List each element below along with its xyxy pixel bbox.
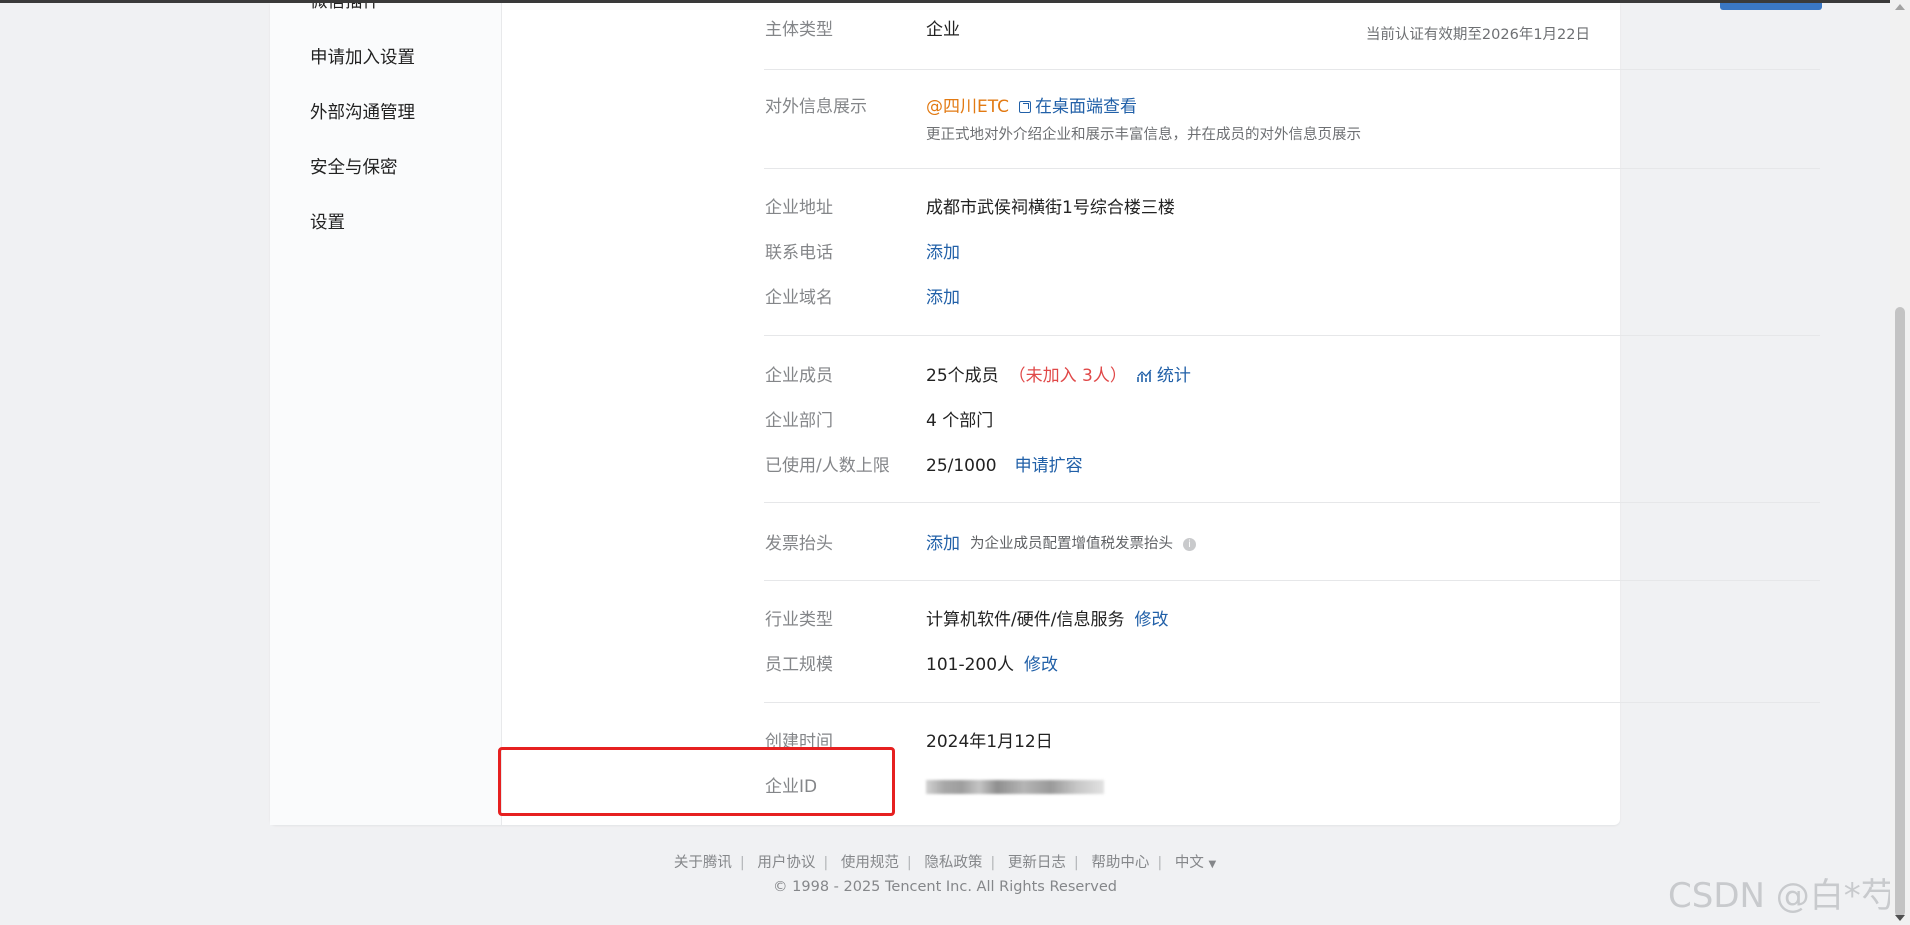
footer-link-changelog[interactable]: 更新日志 <box>1008 855 1066 871</box>
language-label: 中文 <box>1174 855 1204 871</box>
member-stats-label: 统计 <box>1156 366 1191 386</box>
footer-link-help[interactable]: 帮助中心 <box>1091 855 1149 871</box>
copyright: © 1998 - 2025 Tencent Inc. All Rights Re… <box>773 879 1117 895</box>
usage-limit-value: 25/1000 申请扩容 <box>926 454 1083 478</box>
scroll-down-icon[interactable] <box>1895 915 1905 921</box>
sidebar-item-external-communication[interactable]: 外部沟通管理 <box>310 101 415 125</box>
industry-label: 行业类型 <box>765 610 833 630</box>
sidebar: 微信插件 申请加入设置 外部沟通管理 安全与保密 设置 <box>270 3 502 825</box>
external-display-label: 对外信息展示 <box>765 97 867 117</box>
staff-size-label: 员工规模 <box>765 655 833 675</box>
footer-link-about[interactable]: 关于腾讯 <box>674 855 732 871</box>
page-scrollbar[interactable] <box>1890 0 1910 925</box>
add-invoice-link[interactable]: 添加 <box>926 532 960 556</box>
corp-id-value-redacted <box>926 780 1104 794</box>
view-on-desktop-label: 在桌面端查看 <box>1035 97 1137 117</box>
members-label: 企业成员 <box>765 366 833 386</box>
not-joined-count[interactable]: （未加入 3人） <box>1009 364 1127 388</box>
scroll-up-icon[interactable] <box>1895 4 1905 10</box>
cert-validity-note: 当前认证有效期至2026年1月22日 <box>1365 27 1590 43</box>
departments-value: 4 个部门 <box>926 411 994 431</box>
external-link-icon <box>1019 101 1031 113</box>
top-action-button[interactable] <box>1720 3 1822 10</box>
enterprise-info-panel: 当前认证有效期至2026年1月22日 主体类型 企业 对外信息展示 @四川ETC… <box>502 3 1822 825</box>
footer-links: 关于腾讯 | 用户协议 | 使用规范 | 隐私政策 | 更新日志 | 帮助中心 | 中文 ▼ <box>673 855 1217 871</box>
member-stats-link[interactable]: 统计 <box>1137 364 1191 388</box>
address-value: 成都市武侯祠横街1号综合楼三楼 <box>926 198 1175 218</box>
industry-text: 计算机软件/硬件/信息服务 <box>926 610 1125 630</box>
footer-link-privacy[interactable]: 隐私政策 <box>924 855 982 871</box>
usage-limit-numbers: 25/1000 <box>926 456 997 476</box>
watermark: CSDN @白*芍 <box>1668 876 1895 916</box>
external-handle-link[interactable]: @四川ETC <box>926 95 1009 119</box>
usage-limit-label: 已使用/人数上限 <box>765 456 890 476</box>
departments-label: 企业部门 <box>765 411 833 431</box>
footer-link-usage-rules[interactable]: 使用规范 <box>841 855 899 871</box>
sidebar-item-wechat-plugin[interactable]: 微信插件 <box>310 3 380 14</box>
staff-size-text: 101-200人 <box>926 655 1015 675</box>
view-on-desktop-link[interactable]: 在桌面端查看 <box>1019 95 1137 119</box>
sidebar-item-security[interactable]: 安全与保密 <box>310 156 398 180</box>
edit-staff-size-link[interactable]: 修改 <box>1024 653 1058 677</box>
external-display-desc: 更正式地对外介绍企业和展示丰富信息，并在成员的对外信息页展示 <box>926 127 1361 143</box>
address-label: 企业地址 <box>765 198 833 218</box>
main-card: 微信插件 申请加入设置 外部沟通管理 安全与保密 设置 当前认证有效期至2026… <box>270 3 1822 825</box>
domain-label: 企业域名 <box>765 288 833 308</box>
section-divider <box>764 502 1820 503</box>
entity-type-value: 企业 <box>926 20 960 40</box>
industry-value: 计算机软件/硬件/信息服务 修改 <box>926 608 1168 632</box>
sidebar-item-settings[interactable]: 设置 <box>310 211 345 235</box>
created-value: 2024年1月12日 <box>926 732 1053 752</box>
external-display-value: @四川ETC 在桌面端查看 <box>926 95 1137 119</box>
language-selector[interactable]: 中文 ▼ <box>1175 855 1216 871</box>
sidebar-item-join-settings[interactable]: 申请加入设置 <box>310 46 415 70</box>
entity-type-label: 主体类型 <box>765 20 833 40</box>
members-value: 25个成员 （未加入 3人） 统计 <box>926 364 1191 388</box>
footer-link-user-agreement[interactable]: 用户协议 <box>757 855 815 871</box>
phone-label: 联系电话 <box>765 243 833 263</box>
stats-chart-icon <box>1137 369 1152 382</box>
invoice-label: 发票抬头 <box>765 534 833 554</box>
invoice-note: 为企业成员配置增值税发票抬头 <box>970 536 1173 552</box>
edit-industry-link[interactable]: 修改 <box>1134 608 1168 632</box>
scroll-thumb[interactable] <box>1895 307 1905 917</box>
section-divider <box>764 580 1820 581</box>
highlight-annotation-box <box>498 747 895 816</box>
member-count: 25个成员 <box>926 366 999 386</box>
apply-expansion-link[interactable]: 申请扩容 <box>1015 454 1083 478</box>
chevron-down-icon: ▼ <box>1208 859 1217 870</box>
section-divider <box>764 69 1820 70</box>
section-divider <box>764 702 1820 703</box>
staff-size-value: 101-200人 修改 <box>926 653 1058 677</box>
invoice-value: 添加 为企业成员配置增值税发票抬头 i <box>926 532 1196 556</box>
section-divider <box>764 335 1820 336</box>
redacted-blur <box>926 780 1104 794</box>
section-divider <box>764 168 1820 169</box>
add-phone-link[interactable]: 添加 <box>926 241 960 265</box>
info-icon[interactable]: i <box>1183 537 1196 551</box>
add-domain-link[interactable]: 添加 <box>926 286 960 310</box>
